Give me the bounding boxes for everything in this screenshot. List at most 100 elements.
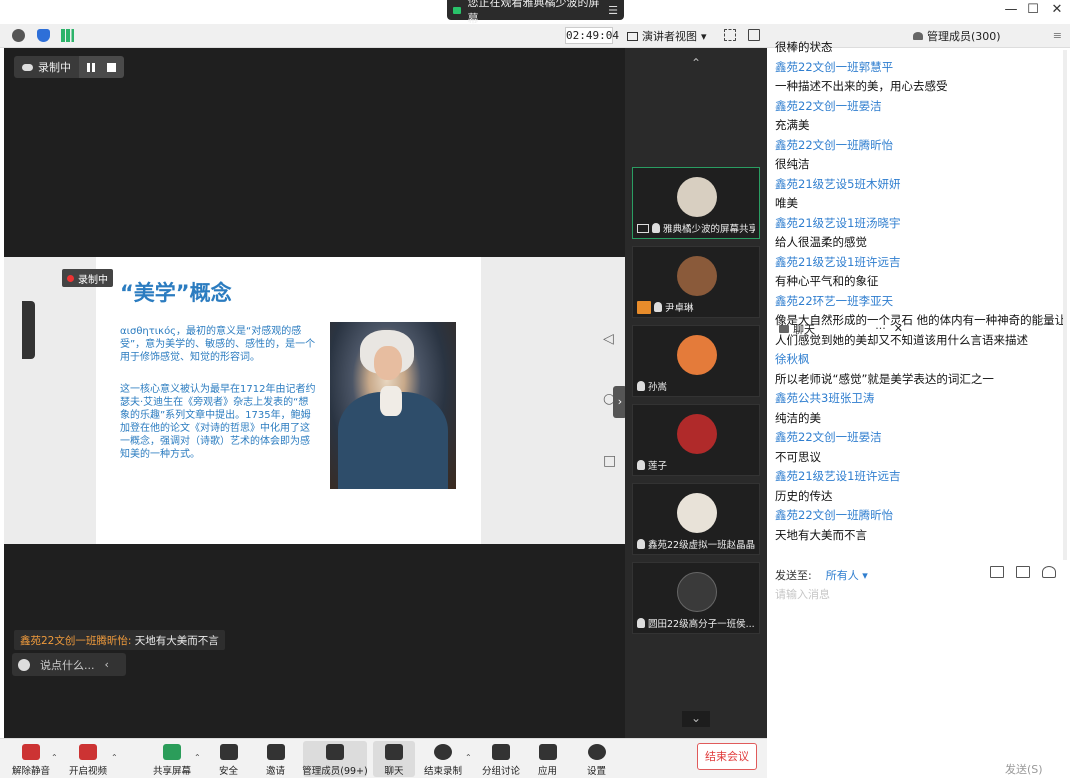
apps-button[interactable]: 应用 (538, 741, 557, 777)
mic-icon (637, 381, 645, 391)
overlay-sender: 鑫苑22文创一班腾昕怡: (20, 634, 132, 647)
chat-sender-name[interactable]: 鑫苑21级艺设1班许远吉 (775, 467, 1070, 487)
stop-recording-icon[interactable] (107, 62, 116, 72)
info-icon[interactable] (12, 29, 25, 42)
chat-input[interactable]: 请输入消息 (775, 586, 830, 602)
side-handle[interactable] (22, 301, 35, 359)
chat-sender-name[interactable]: 徐秋枫 (775, 350, 1070, 370)
screen-share-icon (637, 223, 649, 233)
chat-message-list: 很棒的状态 鑫苑22文创一班郭慧平 一种描述不出来的美，用心去感受 鑫苑22文创一班晏… (767, 38, 1070, 551)
quick-chat-input[interactable]: 说点什么... ‹ (12, 653, 126, 676)
invite-button[interactable]: 邀请 (266, 741, 285, 777)
participant-tile[interactable]: 尹卓琳 (632, 246, 760, 318)
end-meeting-button[interactable]: 结束会议 (697, 743, 757, 770)
send-button[interactable]: 发送(S) (1005, 761, 1043, 777)
avatar (677, 572, 717, 612)
shield-icon[interactable] (37, 29, 50, 42)
recording-controls (79, 56, 124, 78)
maximize-button[interactable]: ☐ (1020, 2, 1046, 17)
chat-sender-name[interactable]: 鑫苑22文创一班郭慧平 (775, 58, 1070, 78)
chevron-left-icon[interactable]: ‹ (105, 658, 109, 671)
participant-tile[interactable]: 莲子 (632, 404, 760, 476)
chat-scrollbar[interactable] (1063, 50, 1067, 560)
pause-recording-icon[interactable] (87, 62, 95, 72)
chat-sender-name[interactable]: 鑫苑22文创一班晏洁 (775, 97, 1070, 117)
share-screen-button[interactable]: 共享屏幕 (153, 741, 191, 777)
chat-sender-name[interactable]: 鑫苑22文创一班腾昕怡 (775, 506, 1070, 526)
breakout-button[interactable]: 分组讨论 (482, 741, 520, 777)
participant-tile[interactable]: 圆田22级高分子一班侯... (632, 562, 760, 634)
title-bar: 您正在观看雅典橘少波的屏幕 ☰ — ☐ ✕ (0, 0, 1070, 25)
manage-members-button[interactable]: 管理成员(99+) (302, 741, 368, 777)
chat-sender-name[interactable]: 鑫苑21级艺设1班许远吉 (775, 253, 1070, 273)
participant-name-row: 鑫苑22级虚拟一班赵晶晶 (637, 537, 755, 551)
portrait-image (330, 322, 456, 489)
user-icon[interactable] (1042, 566, 1056, 578)
chat-message-text: 天地有大美而不言 (775, 527, 867, 542)
emoji-icon[interactable] (18, 658, 30, 671)
settings-button[interactable]: 设置 (587, 741, 606, 777)
recording-options-icon[interactable]: ⌃ (465, 753, 472, 762)
file-icon[interactable] (990, 566, 1004, 578)
start-video-button[interactable]: 开启视频 (69, 741, 107, 777)
participant-name-row: 孙嵩 (637, 379, 755, 393)
slide-paragraph-1: αισθητικός，最初的意义是“对感观的感受”，意为美学的、敏感的、感性的，… (120, 326, 316, 363)
signal-icon[interactable] (61, 29, 74, 42)
chat-message-text: 人们感觉到她的美却又不知道该用什么言语来描述 (775, 332, 1028, 347)
chat-message-text: 很纯洁 (775, 157, 810, 171)
recent-square-icon[interactable]: □ (603, 453, 616, 469)
camera-icon (453, 6, 462, 14)
share-options-icon[interactable]: ⌃ (194, 753, 201, 762)
scroll-up-icon[interactable]: ⌃ (682, 56, 710, 72)
share-screen-icon (163, 744, 181, 760)
slide-left-margin (4, 257, 96, 544)
video-options-icon[interactable]: ⌃ (111, 753, 118, 762)
manage-members-label: 管理成员(99+) (302, 766, 368, 777)
participant-name: 鑫苑22级虚拟一班赵晶晶 (648, 540, 755, 551)
chat-message-text: 很棒的状态 (775, 40, 833, 54)
chat-message-text: 纯洁的美 (775, 410, 821, 425)
camera-off-icon (79, 744, 97, 760)
view-mode-button[interactable]: 演讲者视图 ▾ (627, 27, 707, 45)
chat-tools (990, 566, 1056, 578)
avatar (677, 335, 717, 375)
slide-recording-tag: 录制中 (62, 269, 113, 287)
scroll-down-icon[interactable]: ⌄ (682, 711, 710, 727)
back-triangle-icon[interactable]: ◁ (603, 331, 614, 347)
chat-message-text: 所以老师说“感觉”就是美学表达的词汇之一 (775, 371, 994, 386)
unmute-button[interactable]: 解除静音 (12, 741, 50, 777)
breakout-icon (492, 744, 510, 760)
mic-icon (637, 618, 645, 628)
close-button[interactable]: ✕ (1044, 2, 1070, 17)
send-to-select[interactable]: 所有人 ▾ (826, 567, 868, 583)
audio-options-icon[interactable]: ⌃ (51, 753, 58, 762)
end-recording-button[interactable]: 结束录制 (424, 741, 462, 777)
portrait-face (374, 346, 402, 380)
members-icon (326, 744, 344, 760)
participant-name-row: 莲子 (637, 458, 755, 472)
chat-sender-name[interactable]: 鑫苑22文创一班腾昕怡 (775, 136, 1070, 156)
invite-label: 邀请 (266, 766, 286, 777)
chat-sender-name[interactable]: 鑫苑21级艺设1班汤晓宇 (775, 214, 1070, 234)
chat-sender-name[interactable]: 鑫苑22文创一班晏洁 (775, 428, 1070, 448)
chat-icon (385, 744, 403, 760)
panel-toggle-icon[interactable] (748, 29, 760, 41)
chat-sender-name[interactable]: 鑫苑21级艺设5班木妍妍 (775, 175, 1070, 195)
screenshot-icon[interactable] (1016, 566, 1030, 578)
banner-menu-icon[interactable]: ☰ (608, 4, 618, 17)
chat-sender-name[interactable]: 鑫苑22环艺一班李亚天 (775, 292, 1070, 312)
participant-tile[interactable]: 鑫苑22级虚拟一班赵晶晶 (632, 483, 760, 555)
participant-tile[interactable]: 雅典橘少波的屏幕共享 (632, 167, 760, 239)
avatar (677, 177, 717, 217)
security-label: 安全 (219, 766, 239, 777)
participant-name-row: 尹卓琳 (637, 300, 755, 314)
mic-icon (654, 302, 662, 312)
chat-message-text: 有种心平气和的象征 (775, 274, 879, 288)
participant-strip: ⌃ 雅典橘少波的屏幕共享 尹卓琳 孙嵩 莲子 鑫苑22级虚拟一班赵晶晶 圆田22… (625, 48, 767, 738)
fullscreen-icon[interactable] (724, 29, 736, 41)
chat-sender-name[interactable]: 鑫苑公共3班张卫涛 (775, 389, 1070, 409)
chat-button[interactable]: 聊天 (373, 741, 415, 777)
record-dot-icon (67, 274, 74, 282)
participant-tile[interactable]: 孙嵩 (632, 325, 760, 397)
security-button[interactable]: 安全 (219, 741, 238, 777)
